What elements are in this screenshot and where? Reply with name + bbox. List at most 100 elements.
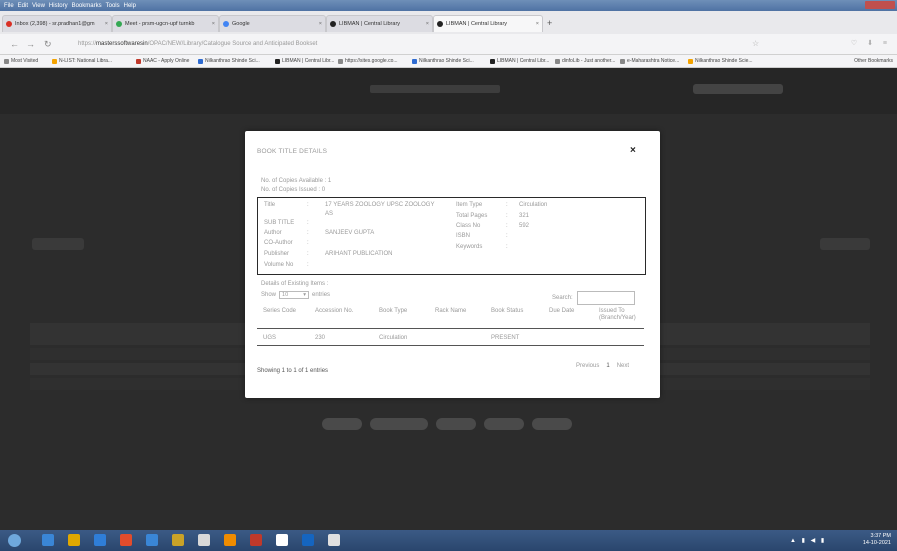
tab-libman-1[interactable]: LIBMAN | Central Library ×	[326, 15, 433, 32]
taskbar-app-icon[interactable]	[302, 534, 314, 546]
column-header[interactable]: Accession No.	[309, 305, 373, 329]
field-label: Publisher	[264, 251, 290, 257]
bookmark-label: e-Maharashtra Notice...	[627, 58, 680, 64]
field-value: 17 YEARS ZOOLOGY UPSC ZOOLOGY	[325, 202, 435, 208]
google-icon	[223, 21, 229, 27]
bookmark-item[interactable]: dinfoLib - Just another...	[555, 58, 615, 64]
other-bookmarks[interactable]: Other Bookmarks	[854, 58, 893, 64]
menu-tools[interactable]: Tools	[106, 3, 120, 9]
url-domain: masterssoftwaresin	[96, 41, 148, 47]
back-icon[interactable]: ←	[10, 39, 19, 49]
tab-gmail[interactable]: Inbox (2,398) - sr.pradhan1@gm ×	[2, 15, 112, 32]
new-tab-button[interactable]: +	[547, 18, 552, 28]
reload-icon[interactable]: ↻	[44, 39, 52, 50]
bookmark-star-icon[interactable]: ☆	[752, 39, 759, 48]
bookmark-item[interactable]: Nilkanthrao Shinde Scie...	[688, 58, 753, 64]
bookmark-item[interactable]: N-LIST: National Libra...	[52, 58, 112, 64]
bookmark-item[interactable]: Most Visited	[4, 58, 38, 64]
bookmark-label: Most Visited	[11, 58, 39, 64]
bookmark-item[interactable]: Nilkanthrao Shinde Sci...	[198, 58, 260, 64]
close-icon[interactable]: ×	[212, 21, 215, 27]
close-icon[interactable]: ×	[426, 21, 429, 27]
pagination: Previous 1 Next	[576, 363, 636, 369]
system-tray-icons[interactable]: ▲ ▮ ◀ ▮	[790, 537, 826, 544]
bookmark-icon	[490, 58, 495, 64]
menu-bookmarks[interactable]: Bookmarks	[72, 3, 102, 9]
clock-date: 14-10-2021	[862, 540, 891, 546]
bookmark-item[interactable]: LIBMAN | Central Libr...	[275, 58, 334, 64]
tab-label: Meet - prsm-ugcn-upf turnkb	[125, 21, 195, 27]
column-header[interactable]: Issued To (Branch/Year)	[593, 305, 644, 329]
field-sep: :	[506, 223, 508, 229]
field-label: Title	[264, 202, 276, 208]
taskbar-app-icon[interactable]	[328, 534, 340, 546]
tab-google[interactable]: Google ×	[219, 15, 326, 32]
toolbar-icons[interactable]: ♡ ⬇ ≡	[851, 39, 891, 47]
bookmark-item[interactable]: Nilkanthrao Shinde Sci...	[412, 58, 474, 64]
column-header[interactable]: Rack Name	[429, 305, 485, 329]
bookmark-label: N-LIST: National Libra...	[59, 58, 113, 64]
close-icon[interactable]: ×	[536, 21, 539, 27]
window-controls[interactable]	[865, 1, 895, 9]
field-sep: :	[307, 240, 309, 246]
taskbar-app-icon[interactable]	[146, 534, 158, 546]
column-header[interactable]: Series Code	[257, 305, 309, 329]
column-header[interactable]: Book Status	[485, 305, 543, 329]
bookmark-item[interactable]: e-Maharashtra Notice...	[620, 58, 679, 64]
tab-libman-2[interactable]: LIBMAN | Central Library ×	[433, 15, 543, 32]
taskbar-clock[interactable]: 3:37 PM 14-10-2021	[863, 533, 891, 547]
menu-view[interactable]: View	[32, 3, 45, 9]
bookmark-label: LIBMAN | Central Libr...	[282, 58, 335, 64]
libman-icon	[437, 21, 443, 27]
bookmark-icon	[412, 58, 417, 64]
forward-icon[interactable]: →	[26, 39, 35, 49]
entries-select[interactable]: 10 ▾	[279, 291, 310, 299]
menu-history[interactable]: History	[49, 3, 68, 9]
page-heading	[370, 85, 500, 93]
table-cell	[429, 328, 485, 346]
column-header[interactable]: Book Type	[373, 305, 429, 329]
page-1-button[interactable]: 1	[606, 363, 609, 369]
bookmark-icon	[338, 58, 343, 64]
search-input[interactable]	[576, 291, 635, 305]
field-sep: :	[506, 213, 508, 219]
taskbar-app-icon[interactable]	[250, 534, 262, 546]
taskbar-app-icon[interactable]	[276, 534, 288, 546]
bookmark-item[interactable]: LIBMAN | Central Libr...	[490, 58, 549, 64]
next-button[interactable]: Next	[617, 363, 629, 369]
field-label: SUB TITLE	[264, 220, 295, 226]
tab-label: Google	[232, 21, 250, 27]
taskbar-app-icon[interactable]	[68, 534, 80, 546]
field-sep: :	[307, 202, 309, 208]
bookmark-label: Nilkanthrao Shinde Scie...	[695, 58, 753, 64]
close-icon[interactable]: ×	[630, 145, 636, 156]
field-value: AS	[325, 211, 334, 217]
bookmark-icon	[4, 58, 9, 64]
field-label: Author	[264, 230, 282, 236]
menu-help[interactable]: Help	[124, 3, 136, 9]
search-control: Search:	[552, 291, 635, 305]
menu-file[interactable]: File	[4, 3, 14, 9]
field-value: 592	[519, 223, 530, 229]
taskbar-app-icon[interactable]	[94, 534, 106, 546]
close-icon[interactable]: ×	[105, 21, 108, 27]
taskbar-app-icon[interactable]	[120, 534, 132, 546]
previous-button[interactable]: Previous	[576, 363, 599, 369]
tab-label: LIBMAN | Central Library	[446, 21, 508, 27]
entries-label: entries	[312, 292, 331, 298]
show-label: Show	[261, 292, 277, 298]
taskbar-app-icon[interactable]	[42, 534, 54, 546]
start-button[interactable]	[8, 534, 21, 547]
menu-edit[interactable]: Edit	[18, 3, 28, 9]
taskbar-app-icon[interactable]	[224, 534, 236, 546]
book-title-details-modal: BOOK TITLE DETAILS × No. of Copies Avail…	[245, 131, 660, 398]
bookmark-item[interactable]: https://sites.google.co...	[338, 58, 398, 64]
address-bar[interactable]: https:// masterssoftwaresin /OPAC/NEW/Li…	[78, 38, 648, 50]
column-header[interactable]: Due Date	[543, 305, 593, 329]
taskbar-app-icon[interactable]	[198, 534, 210, 546]
taskbar-app-icon[interactable]	[172, 534, 184, 546]
copies-issued: No. of Copies Issued : 0	[261, 187, 326, 193]
bookmark-item[interactable]: NAAC - Apply Online	[136, 58, 189, 64]
close-icon[interactable]: ×	[319, 21, 322, 27]
tab-meet[interactable]: Meet - prsm-ugcn-upf turnkb ×	[112, 15, 219, 32]
